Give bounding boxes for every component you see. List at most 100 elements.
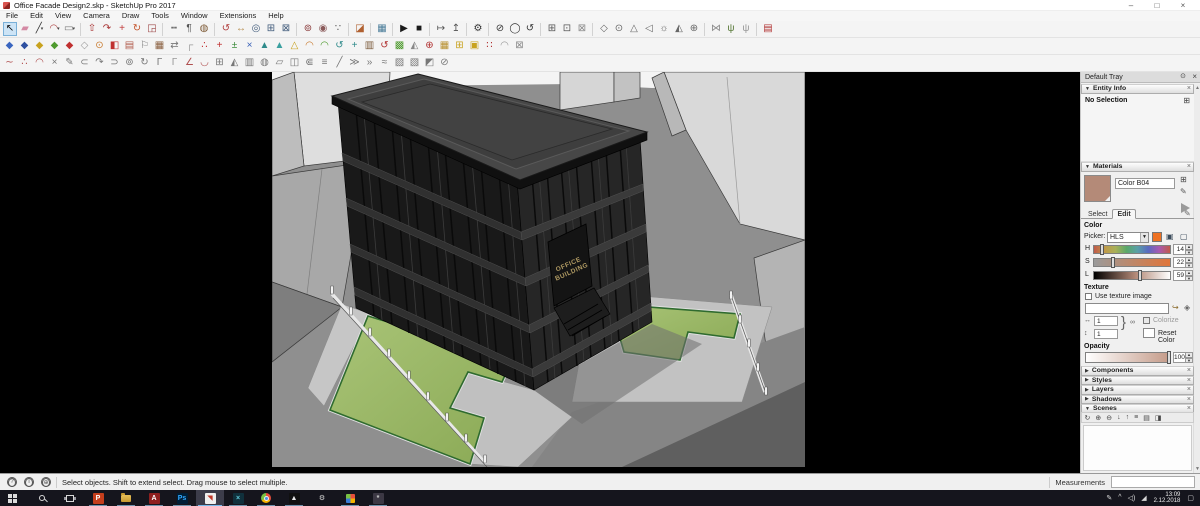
ext-tool-35[interactable]: ⊠ (513, 39, 527, 53)
ext-tool-16[interactable]: ± (228, 39, 242, 53)
vray-infinite-plane-button[interactable]: ◇ (597, 22, 611, 36)
ext-tool-01[interactable]: ◆ (3, 39, 17, 53)
play-animation-button[interactable]: ▶ (397, 22, 411, 36)
vray-batch-render-button[interactable]: ⊡ (560, 22, 574, 36)
match-color-icon[interactable]: ▢ (1180, 232, 1188, 241)
eraser-tool[interactable]: ▰ (18, 22, 32, 36)
curve-tool-06[interactable]: ⊂ (78, 56, 92, 70)
curve-tool-14[interactable]: ◡ (198, 56, 212, 70)
texture-width-input[interactable]: 1 (1094, 316, 1118, 326)
graphics-app-button[interactable]: * (364, 490, 392, 506)
chrome-button[interactable] (252, 490, 280, 506)
rotate-tool[interactable]: ↻ (130, 22, 144, 36)
section-close-icon[interactable]: × (1187, 386, 1191, 393)
section-close-icon[interactable]: × (1187, 377, 1191, 384)
menu-extensions[interactable]: Extensions (214, 11, 263, 21)
vray-fur-button[interactable]: ◁ (642, 22, 656, 36)
curve-tool-09[interactable]: ⊚ (123, 56, 137, 70)
curve-tool-20[interactable]: ◫ (288, 56, 302, 70)
line-tool[interactable]: ╱ ▾ (33, 22, 47, 36)
ext-tool-06[interactable]: ◇ (78, 39, 92, 53)
lightness-value[interactable]: 59 (1173, 270, 1186, 281)
viewport[interactable]: OFFICE BUILDING (0, 71, 1080, 473)
show-details-button[interactable]: ▤ (1143, 414, 1150, 422)
section-close-icon[interactable]: × (1187, 85, 1191, 92)
zoom-extents-tool[interactable]: ⊠ (279, 22, 293, 36)
vray-frame-buffer-button[interactable]: ⊞ (545, 22, 559, 36)
reset-color-swatch[interactable] (1143, 328, 1155, 338)
pan-tool[interactable]: ↔ (234, 22, 248, 36)
curve-tool-11[interactable]: Γ (153, 56, 167, 70)
ext-tool-23[interactable]: ↺ (333, 39, 347, 53)
section-close-icon[interactable]: × (1187, 396, 1191, 403)
task-view-button[interactable] (56, 490, 84, 506)
camera-path-button[interactable]: ↦ (434, 22, 448, 36)
ext-tool-21[interactable]: ◠ (303, 39, 317, 53)
curve-tool-25[interactable]: » (363, 56, 377, 70)
brick-material-button[interactable]: ▤ (761, 22, 775, 36)
vray-rt-button[interactable]: ↺ (523, 22, 537, 36)
stop-animation-button[interactable]: ■ (412, 22, 426, 36)
close-button[interactable]: × (1170, 0, 1196, 11)
browse-texture-icon[interactable]: ↪ (1172, 303, 1179, 312)
curve-tool-27[interactable]: ▨ (393, 56, 407, 70)
ext-tool-04[interactable]: ◆ (48, 39, 62, 53)
ext-tool-24[interactable]: + (348, 39, 362, 53)
curve-tool-26[interactable]: ≈ (378, 56, 392, 70)
curve-tool-21[interactable]: ⋐ (303, 56, 317, 70)
ext-tool-28[interactable]: ◭ (408, 39, 422, 53)
tab-edit[interactable]: Edit (1112, 209, 1136, 219)
ext-tool-11[interactable]: ▦ (153, 39, 167, 53)
menu-file[interactable]: File (0, 11, 24, 21)
vray-lock-camera-button[interactable]: ⊠ (575, 22, 589, 36)
ext-tool-27[interactable]: ▩ (393, 39, 407, 53)
pen-icon[interactable]: ✎ (1106, 494, 1112, 502)
walk-tool[interactable]: ∵ (331, 22, 345, 36)
vray-dome-light-button[interactable]: ◭ (672, 22, 686, 36)
section-close-icon[interactable]: × (1187, 163, 1191, 170)
saturation-value[interactable]: 22 (1173, 257, 1186, 268)
vray-sphere-light-button[interactable]: ☼ (657, 22, 671, 36)
curve-tool-29[interactable]: ◩ (423, 56, 437, 70)
photoshop-button[interactable]: Ps (168, 490, 196, 506)
camera-keyframe-button[interactable]: ↥ (449, 22, 463, 36)
start-button[interactable] (0, 490, 28, 506)
hidden-icons-chevron[interactable]: ^ (1118, 494, 1121, 502)
opacity-slider[interactable] (1085, 351, 1171, 364)
add-location-button[interactable]: ▦ (375, 22, 389, 36)
tray-close-icon[interactable]: × (1192, 72, 1197, 81)
push-pull-tool[interactable]: ⇧ (85, 22, 99, 36)
ext-tool-05[interactable]: ◆ (63, 39, 77, 53)
curve-tool-17[interactable]: ▥ (243, 56, 257, 70)
use-texture-checkbox[interactable] (1085, 293, 1092, 300)
section-components[interactable]: ▶ Components × (1081, 366, 1194, 376)
curve-tool-30[interactable]: ⊘ (438, 56, 452, 70)
text-tool[interactable]: ¶ (182, 22, 196, 36)
curve-tool-22[interactable]: ≡ (318, 56, 332, 70)
look-around-tool[interactable]: ◉ (316, 22, 330, 36)
info-icon[interactable]: i (24, 477, 34, 487)
curve-tool-16[interactable]: ◭ (228, 56, 242, 70)
ext-tool-08[interactable]: ◧ (108, 39, 122, 53)
scale-tool[interactable]: ◲ (145, 22, 159, 36)
help-icon[interactable]: ? (7, 477, 17, 487)
scroll-up-icon[interactable]: ▲ (1194, 84, 1200, 92)
search-button[interactable] (28, 490, 56, 506)
orbit-tool[interactable]: ↺ (219, 22, 233, 36)
position-camera-tool[interactable]: ⊚ (301, 22, 315, 36)
move-tool[interactable]: + (115, 22, 129, 36)
menu-window[interactable]: Window (175, 11, 214, 21)
ext-tool-12[interactable]: ⇄ (168, 39, 182, 53)
material-paint-icon[interactable]: ✎ (1180, 187, 1187, 196)
curve-tool-03[interactable]: ◠ (33, 56, 47, 70)
menu-camera[interactable]: Camera (77, 11, 116, 21)
follow-me-tool[interactable]: ↷ (100, 22, 114, 36)
curve-tool-13[interactable]: ∠ (183, 56, 197, 70)
section-close-icon[interactable]: × (1187, 367, 1191, 374)
autocad-button[interactable]: A (140, 490, 168, 506)
ext-tool-31[interactable]: ⊞ (453, 39, 467, 53)
maximize-button[interactable]: □ (1144, 0, 1170, 11)
zoom-tool[interactable]: ◎ (249, 22, 263, 36)
section-layers[interactable]: ▶ Layers × (1081, 385, 1194, 395)
menu-view[interactable]: View (49, 11, 77, 21)
